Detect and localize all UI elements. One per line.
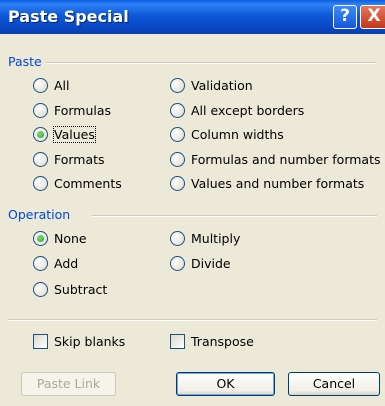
paste-option-all-except-borders[interactable]: All except borders	[170, 101, 304, 119]
paste-link-button[interactable]: Paste Link	[21, 372, 116, 396]
paste-divider	[46, 62, 377, 64]
option-label: Multiply	[191, 230, 241, 246]
title-bar: Paste Special ? X	[0, 0, 385, 34]
radio-icon	[33, 281, 48, 297]
dialog-title: Paste Special	[8, 7, 129, 26]
radio-icon	[33, 151, 48, 167]
operation-option-add[interactable]: Add	[33, 254, 78, 272]
paste-option-values[interactable]: Values	[33, 125, 96, 143]
option-label: Formats	[54, 151, 105, 167]
paste-option-formats[interactable]: Formats	[33, 150, 105, 168]
cancel-button[interactable]: Cancel	[288, 372, 380, 396]
radio-icon	[170, 151, 185, 167]
radio-selected-icon	[33, 126, 48, 142]
radio-icon	[33, 102, 48, 118]
checkbox-icon	[33, 333, 48, 349]
option-label: Add	[54, 255, 79, 271]
operation-option-subtract[interactable]: Subtract	[33, 280, 107, 298]
option-label: None	[54, 230, 87, 246]
paste-option-comments[interactable]: Comments	[33, 174, 122, 192]
paste-option-formulas-number-formats[interactable]: Formulas and number formats	[170, 150, 381, 168]
paste-option-validation[interactable]: Validation	[170, 76, 253, 94]
radio-icon	[33, 77, 48, 93]
paste-option-column-widths[interactable]: Column widths	[170, 125, 284, 143]
radio-icon	[170, 255, 185, 271]
help-icon[interactable]: ?	[333, 5, 357, 29]
operation-section-label: Operation	[8, 207, 71, 222]
skip-blanks-checkbox[interactable]: Skip blanks	[33, 332, 125, 350]
checkbox-divider	[8, 319, 377, 321]
option-label: Values	[53, 125, 96, 143]
radio-icon	[170, 77, 185, 93]
operation-option-divide[interactable]: Divide	[170, 254, 231, 272]
paste-section-label: Paste	[8, 54, 42, 69]
option-label: Values and number formats	[191, 175, 365, 191]
paste-option-values-number-formats[interactable]: Values and number formats	[170, 174, 364, 192]
radio-icon	[170, 126, 185, 142]
operation-divider	[92, 215, 377, 217]
radio-icon	[170, 230, 185, 246]
radio-icon	[170, 102, 185, 118]
option-label: Divide	[191, 255, 231, 271]
radio-icon	[33, 175, 48, 191]
paste-option-formulas[interactable]: Formulas	[33, 101, 111, 119]
ok-button[interactable]: OK	[176, 372, 275, 396]
checkbox-label: Transpose	[191, 333, 254, 349]
operation-option-none[interactable]: None	[33, 229, 87, 247]
radio-icon	[33, 255, 48, 271]
option-label: Validation	[191, 77, 253, 93]
paste-special-dialog: Paste Special ? X Paste All Formulas Val…	[0, 0, 385, 406]
radio-icon	[170, 175, 185, 191]
option-label: All	[54, 77, 70, 93]
checkbox-label: Skip blanks	[54, 333, 126, 349]
radio-selected-icon	[33, 230, 48, 246]
option-label: Formulas	[54, 102, 112, 118]
option-label: Subtract	[54, 281, 108, 297]
option-label: All except borders	[191, 102, 305, 118]
transpose-checkbox[interactable]: Transpose	[170, 332, 254, 350]
operation-option-multiply[interactable]: Multiply	[170, 229, 240, 247]
paste-option-all[interactable]: All	[33, 76, 70, 94]
option-label: Column widths	[191, 126, 284, 142]
close-icon[interactable]: X	[360, 5, 385, 29]
checkbox-icon	[170, 333, 185, 349]
option-label: Comments	[54, 175, 122, 191]
option-label: Formulas and number formats	[191, 151, 381, 167]
